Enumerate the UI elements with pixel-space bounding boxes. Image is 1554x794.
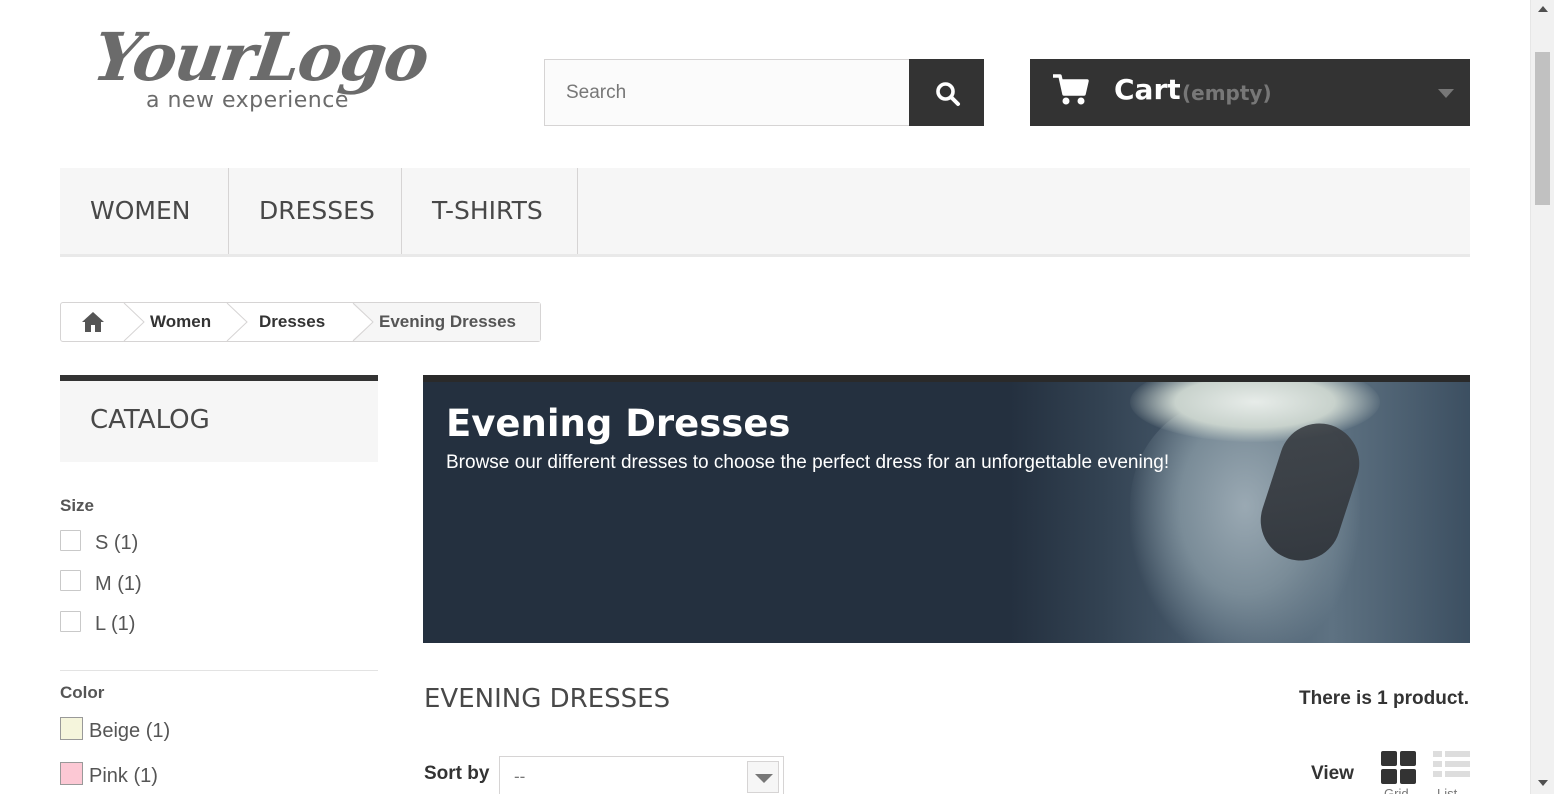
- list-view-label: List: [1437, 786, 1458, 794]
- breadcrumb-dresses[interactable]: Dresses: [259, 303, 325, 341]
- catalog-block: CATALOG: [60, 375, 378, 462]
- grid-view-button[interactable]: [1381, 751, 1417, 785]
- scrollbar-thumb[interactable]: [1535, 52, 1550, 205]
- shopping-cart-icon: [1053, 74, 1089, 105]
- chevron-down-icon[interactable]: [747, 761, 779, 793]
- filter-size-label: S (1): [95, 532, 139, 554]
- sort-value: --: [514, 767, 526, 786]
- filter-color-label: Pink (1): [89, 765, 158, 787]
- category-heading: EVENING DRESSES: [424, 684, 671, 714]
- search-button[interactable]: [909, 59, 984, 126]
- banner-image: [1010, 382, 1470, 643]
- breadcrumb: Women Dresses Evening Dresses: [60, 302, 541, 342]
- breadcrumb-separator: [226, 303, 248, 341]
- filter-divider: [60, 670, 378, 671]
- color-swatch-beige[interactable]: [60, 717, 83, 740]
- scroll-down-icon[interactable]: [1538, 780, 1548, 786]
- grid-icon-cell: [1400, 769, 1416, 784]
- search-input[interactable]: [544, 59, 910, 126]
- checkbox[interactable]: [60, 530, 81, 551]
- grid-icon-cell: [1381, 769, 1397, 784]
- breadcrumb-separator: [351, 303, 374, 341]
- cart-button[interactable]: Cart (empty): [1030, 59, 1470, 126]
- list-icon-bullet: [1433, 751, 1442, 757]
- menu-item-tshirts[interactable]: T-SHIRTS: [402, 168, 578, 254]
- checkbox[interactable]: [60, 611, 81, 632]
- menu-item-dresses[interactable]: DRESSES: [229, 168, 402, 254]
- search-form: [544, 59, 984, 126]
- breadcrumb-current: Evening Dresses: [379, 303, 517, 341]
- home-icon[interactable]: [81, 311, 105, 333]
- view-label: View: [1311, 763, 1354, 784]
- list-icon-line: [1445, 761, 1470, 767]
- search-icon: [936, 82, 960, 106]
- logo-tagline: a new experience: [146, 88, 349, 113]
- cart-status: (empty): [1182, 81, 1272, 105]
- chevron-down-icon: [1438, 89, 1454, 98]
- site-logo[interactable]: YourLogo a new experience: [88, 18, 452, 118]
- list-icon-bullet: [1433, 761, 1442, 767]
- menu-item-women[interactable]: WOMEN: [60, 168, 229, 254]
- scroll-up-icon[interactable]: [1538, 6, 1548, 12]
- vertical-scrollbar[interactable]: [1530, 0, 1554, 794]
- banner-title: Evening Dresses: [446, 402, 791, 445]
- cart-label: Cart: [1114, 73, 1181, 106]
- filter-color-label: Beige (1): [89, 720, 171, 742]
- grid-icon-cell: [1400, 751, 1416, 766]
- banner-description: Browse our different dresses to choose t…: [446, 452, 1170, 473]
- product-count: There is 1 product.: [1299, 688, 1469, 709]
- breadcrumb-separator: [123, 303, 145, 341]
- filter-size-label: M (1): [95, 573, 142, 595]
- list-view-button[interactable]: [1433, 751, 1470, 785]
- logo-text: YourLogo: [88, 18, 433, 96]
- list-icon-line: [1445, 771, 1470, 777]
- category-banner: Evening Dresses Browse our different dre…: [423, 375, 1470, 643]
- grid-view-label: Grid: [1384, 786, 1409, 794]
- sort-label: Sort by: [424, 763, 490, 784]
- grid-icon-cell: [1381, 751, 1397, 766]
- filter-color-title: Color: [60, 683, 105, 702]
- list-icon-bullet: [1433, 771, 1442, 777]
- filter-size-label: L (1): [95, 613, 136, 635]
- checkbox[interactable]: [60, 570, 81, 591]
- breadcrumb-women[interactable]: Women: [150, 303, 211, 341]
- filter-size-title: Size: [60, 496, 95, 515]
- main-menu: WOMEN DRESSES T-SHIRTS: [60, 168, 1470, 257]
- sort-select[interactable]: --: [499, 756, 784, 794]
- list-icon-line: [1445, 751, 1470, 757]
- color-swatch-pink[interactable]: [60, 762, 83, 785]
- catalog-title: CATALOG: [90, 405, 210, 435]
